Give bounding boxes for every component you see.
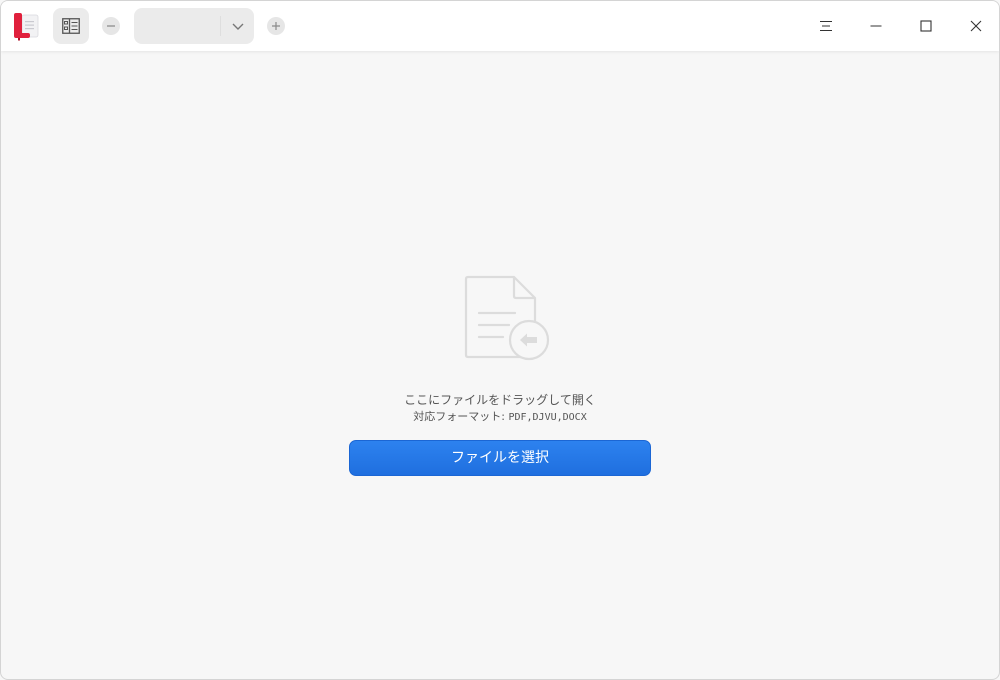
supported-formats-label: 対応フォーマット: <box>413 410 509 423</box>
drop-zone[interactable]: ここにファイルをドラッグして開く 対応フォーマット: PDF,DJVU,DOCX… <box>1 51 999 679</box>
minimize-button[interactable] <box>856 6 896 46</box>
document-import-icon <box>464 275 550 361</box>
drop-hint-text: ここにファイルをドラッグして開く <box>404 393 596 407</box>
hamburger-menu-icon <box>820 20 832 32</box>
supported-formats-list: PDF,DJVU,DOCX <box>508 412 587 423</box>
select-file-button[interactable]: ファイルを選択 <box>349 440 651 476</box>
main-menu-button[interactable] <box>806 6 846 46</box>
maximize-button[interactable] <box>906 6 946 46</box>
chevron-down-icon[interactable] <box>229 17 247 35</box>
sidebar-toggle-icon <box>62 18 80 34</box>
zoom-out-button[interactable] <box>102 17 120 35</box>
app-window: ここにファイルをドラッグして開く 対応フォーマット: PDF,DJVU,DOCX… <box>0 0 1000 680</box>
minimize-icon <box>870 25 882 27</box>
supported-formats-text: 対応フォーマット: PDF,DJVU,DOCX <box>1 409 999 426</box>
zoom-select-divider <box>220 16 221 36</box>
app-logo-icon <box>14 13 39 41</box>
close-button[interactable] <box>956 6 996 46</box>
sidebar-toggle-button[interactable] <box>53 8 89 44</box>
close-icon <box>970 20 982 32</box>
zoom-level-select[interactable] <box>134 8 254 44</box>
zoom-in-button[interactable] <box>267 17 285 35</box>
titlebar <box>1 1 999 51</box>
maximize-icon <box>920 20 932 32</box>
plus-icon <box>272 22 280 30</box>
minus-icon <box>107 25 115 27</box>
